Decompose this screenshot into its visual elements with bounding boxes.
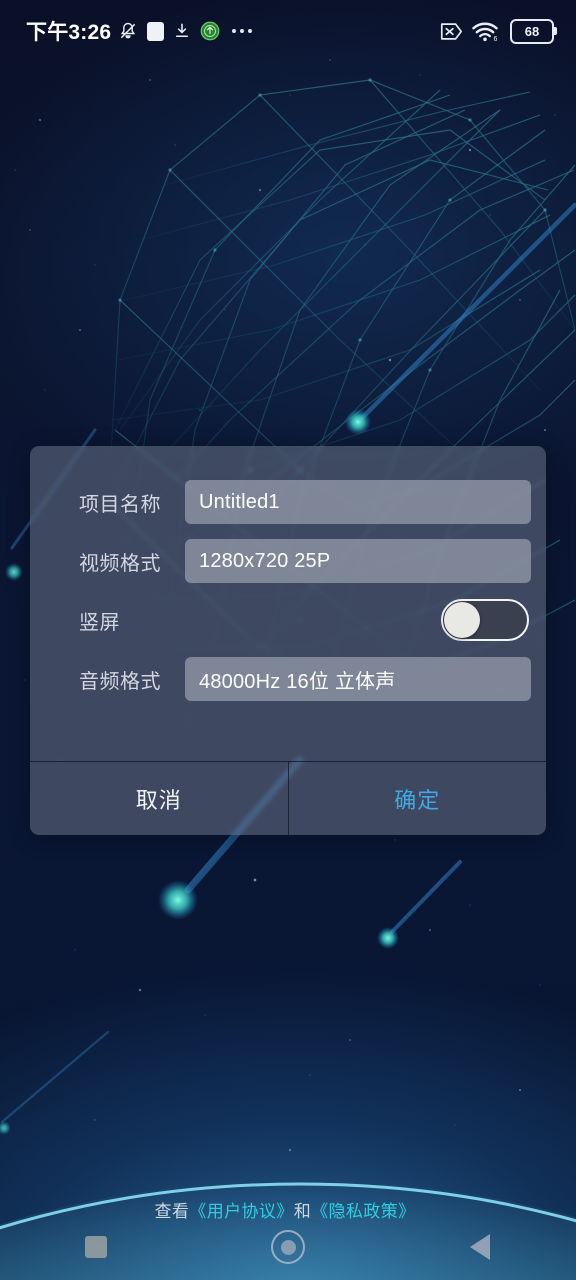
back-triangle-icon <box>470 1234 490 1260</box>
cancel-button[interactable]: 取消 <box>30 762 289 835</box>
project-name-input[interactable]: Untitled1 <box>185 480 531 524</box>
dialog-footer: 取消 确定 <box>30 761 546 835</box>
green-app-icon <box>200 21 220 41</box>
label-audio-format: 音频格式 <box>79 670 161 693</box>
status-bar-right: 6 68 <box>439 18 557 44</box>
recents-button[interactable] <box>48 1214 144 1280</box>
mute-bell-icon <box>118 21 138 41</box>
status-bar: 下午3:26 6 68 <box>0 0 576 62</box>
svg-text:6: 6 <box>494 36 498 42</box>
row-video-format: 视频格式 1280x720 25P <box>45 539 531 583</box>
label-portrait: 竖屏 <box>79 611 120 634</box>
new-project-dialog: 项目名称 Untitled1 视频格式 1280x720 25P 竖屏 音频格式… <box>30 446 546 835</box>
video-format-select[interactable]: 1280x720 25P <box>185 539 531 583</box>
confirm-button[interactable]: 确定 <box>289 762 547 835</box>
label-project-name: 项目名称 <box>79 493 161 516</box>
audio-format-select[interactable]: 48000Hz 16位 立体声 <box>185 657 531 701</box>
more-dots-icon <box>232 29 253 33</box>
back-button[interactable] <box>432 1214 528 1280</box>
row-project-name: 项目名称 Untitled1 <box>45 480 531 524</box>
status-bar-left: 下午3:26 <box>26 16 253 46</box>
status-bar-clock: 下午3:26 <box>26 21 112 44</box>
portrait-toggle[interactable] <box>441 599 529 641</box>
row-portrait: 竖屏 <box>45 598 531 642</box>
toggle-knob <box>444 602 480 638</box>
navigation-bar <box>0 1214 576 1280</box>
battery-level-text: 68 <box>524 23 540 39</box>
wifi-6-icon: 6 <box>472 21 498 42</box>
white-square-icon <box>147 21 165 41</box>
phone-screen: 下午3:26 6 68 项目名称 Untitled1 视频格式 1280x720… <box>0 0 576 1280</box>
no-sim-icon <box>439 22 463 41</box>
download-icon <box>173 22 191 40</box>
portrait-toggle-wrap <box>185 599 531 641</box>
label-video-format: 视频格式 <box>79 552 161 575</box>
battery-indicator: 68 <box>510 18 557 44</box>
dialog-body: 项目名称 Untitled1 视频格式 1280x720 25P 竖屏 音频格式… <box>30 446 546 762</box>
home-circle-icon <box>271 1230 305 1264</box>
row-audio-format: 音频格式 48000Hz 16位 立体声 <box>45 657 531 701</box>
home-button[interactable] <box>240 1214 336 1280</box>
recents-square-icon <box>85 1236 107 1258</box>
